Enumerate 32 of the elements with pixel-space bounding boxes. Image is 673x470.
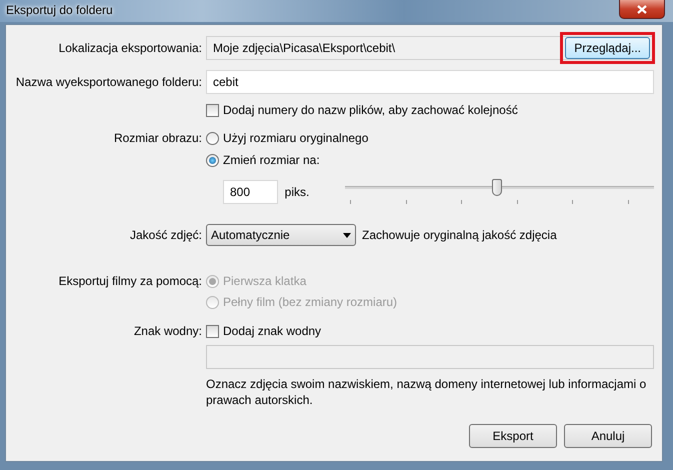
field-label: Eksportuj filmy za pomocą: [58,274,203,288]
field-label: Nazwa wyeksportowanego folderu: [14,75,203,89]
checkbox[interactable] [206,324,219,338]
checkbox-label: Dodaj znak wodny [223,324,322,338]
size-slider[interactable] [345,178,654,206]
close-icon [637,4,647,14]
checkbox[interactable] [206,104,219,116]
unit-label: piks. [284,185,310,199]
radio-label: Użyj rozmiaru oryginalnego [223,131,368,145]
field-label: Znak wodny: [132,324,203,338]
radio-button[interactable] [206,154,219,166]
quality-description: Zachowuje oryginalną jakość zdjęcia [362,228,557,242]
folder-name-field[interactable]: cebit [206,70,654,94]
caret-icon [343,232,351,238]
dialog-button[interactable]: Eksport [469,424,557,448]
field-label: Jakość zdjęć: [128,228,203,242]
window-title: Eksportuj do folderu [5,2,113,17]
radio-label: Zmień rozmiar na: [223,153,320,167]
watermark-description: Oznacz zdjęcia swoim nazwiskiem, nazwą domeny internetowej lub informacjami o prawach autorskich. [206,376,648,408]
radio-label: Pierwsza klatka [223,274,306,288]
radio-button[interactable] [206,132,219,144]
location-path: Moje zdjęcia\Picasa\Eksport\cebit\ [213,41,396,55]
browse-button[interactable]: Przeglądaj... [565,37,650,59]
quality-dropdown[interactable]: Automatycznie [206,224,356,246]
slider-thumb[interactable] [492,179,502,196]
dialog-button[interactable]: Anuluj [564,424,652,448]
field-label: Lokalizacja eksportowania: [58,41,203,55]
size-field[interactable]: 800 [223,180,278,204]
close-button[interactable] [619,0,665,19]
field-label: Rozmiar obrazu: [112,131,203,145]
checkbox-label: Dodaj numery do nazw plików, aby zachować kolejność [223,103,518,117]
radio-label: Pełny film (bez zmiany rozmiaru) [223,295,398,309]
